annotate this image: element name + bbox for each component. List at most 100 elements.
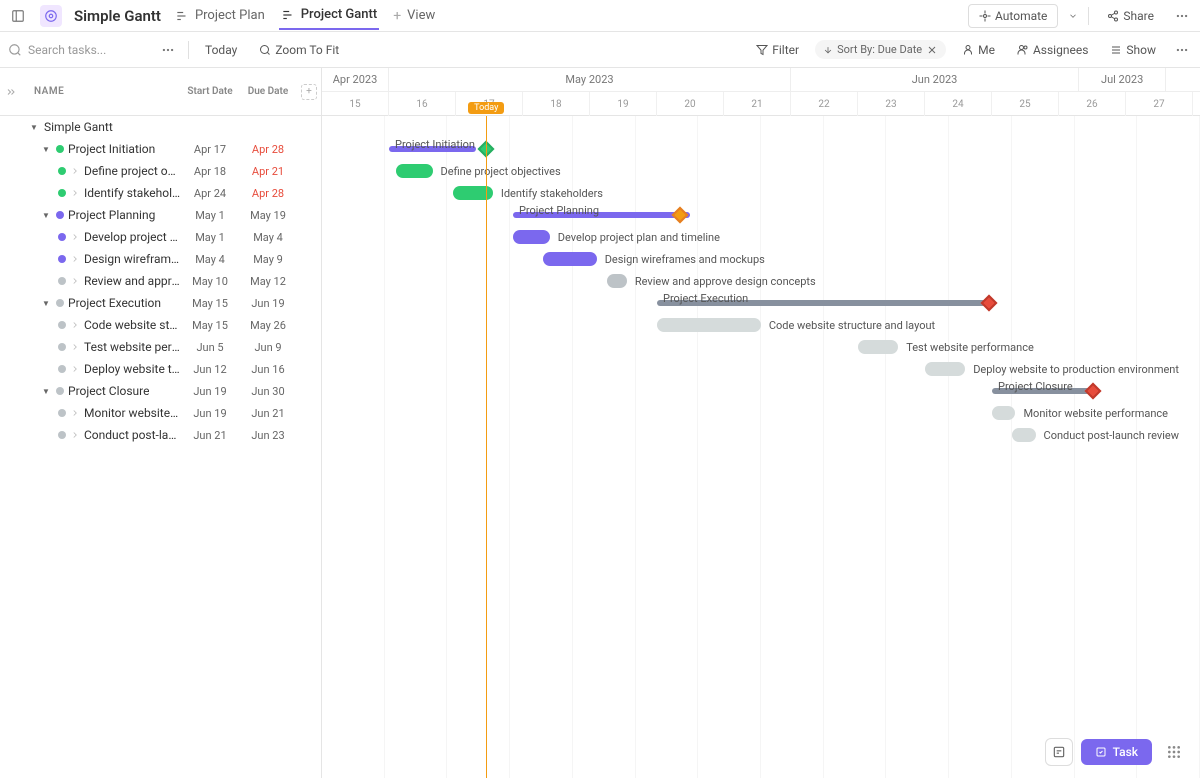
due-date[interactable]: Jun 21 bbox=[239, 407, 297, 420]
toggle-icon[interactable]: ▼ bbox=[40, 211, 52, 220]
add-column-button[interactable]: + bbox=[301, 84, 317, 100]
due-date[interactable]: May 19 bbox=[239, 209, 297, 222]
show-button[interactable]: Show bbox=[1104, 39, 1162, 61]
start-date[interactable]: Apr 17 bbox=[181, 143, 239, 156]
task-row[interactable]: Test website performanceJun 5Jun 9 bbox=[0, 336, 321, 358]
due-date[interactable]: May 9 bbox=[239, 253, 297, 266]
due-date[interactable]: Jun 16 bbox=[239, 363, 297, 376]
task-row[interactable]: ▼Project InitiationApr 17Apr 28 bbox=[0, 138, 321, 160]
toggle-icon[interactable]: ▼ bbox=[40, 299, 52, 308]
task-name-cell[interactable]: Test website performance bbox=[0, 340, 181, 354]
automate-button[interactable]: Automate bbox=[968, 4, 1058, 28]
gantt-row[interactable]: Conduct post-launch review bbox=[322, 424, 1200, 446]
due-date[interactable]: Apr 21 bbox=[239, 165, 297, 178]
task-name-cell[interactable]: Develop project plan and timeline bbox=[0, 230, 181, 244]
gantt-row[interactable]: Deploy website to production environment bbox=[322, 358, 1200, 380]
task-name-cell[interactable]: Conduct post-launch review bbox=[0, 428, 181, 442]
task-row[interactable]: Design wireframes and mockupsMay 4May 9 bbox=[0, 248, 321, 270]
due-date[interactable]: Apr 28 bbox=[239, 143, 297, 156]
tab-project-gantt[interactable]: Project Gantt bbox=[279, 1, 379, 30]
apps-icon[interactable] bbox=[1160, 738, 1188, 766]
task-bar[interactable]: Review and approve design concepts bbox=[607, 274, 627, 288]
due-date[interactable]: May 26 bbox=[239, 319, 297, 332]
column-start[interactable]: Start Date bbox=[181, 86, 239, 97]
due-date[interactable]: Jun 19 bbox=[239, 297, 297, 310]
gantt-row[interactable]: Review and approve design concepts bbox=[322, 270, 1200, 292]
filter-button[interactable]: Filter bbox=[750, 39, 805, 61]
start-date[interactable]: Apr 18 bbox=[181, 165, 239, 178]
close-icon[interactable] bbox=[926, 44, 938, 56]
start-date[interactable]: May 4 bbox=[181, 253, 239, 266]
task-row[interactable]: ▼Simple Gantt bbox=[0, 116, 321, 138]
gantt-row[interactable] bbox=[322, 116, 1200, 138]
start-date[interactable]: May 15 bbox=[181, 319, 239, 332]
milestone-marker[interactable] bbox=[1084, 383, 1101, 400]
note-button[interactable] bbox=[1045, 738, 1073, 766]
task-name-cell[interactable]: Review and approve design concepts bbox=[0, 274, 181, 288]
task-list[interactable]: ▼Simple Gantt▼Project InitiationApr 17Ap… bbox=[0, 116, 321, 778]
due-date[interactable]: Jun 30 bbox=[239, 385, 297, 398]
task-row[interactable]: Deploy website to production environment… bbox=[0, 358, 321, 380]
gantt-row[interactable]: Develop project plan and timeline bbox=[322, 226, 1200, 248]
task-row[interactable]: Conduct post-launch reviewJun 21Jun 23 bbox=[0, 424, 321, 446]
column-due[interactable]: Due Date bbox=[239, 86, 297, 97]
task-name-cell[interactable]: ▼Project Execution bbox=[0, 296, 181, 310]
gantt-row[interactable]: Project Initiation bbox=[322, 138, 1200, 160]
me-button[interactable]: Me bbox=[956, 39, 1001, 61]
task-bar[interactable]: Deploy website to production environment bbox=[925, 362, 965, 376]
task-bar[interactable]: Conduct post-launch review bbox=[1012, 428, 1035, 442]
task-row[interactable]: Develop project plan and timelineMay 1Ma… bbox=[0, 226, 321, 248]
start-date[interactable]: Jun 5 bbox=[181, 341, 239, 354]
due-date[interactable]: May 4 bbox=[239, 231, 297, 244]
task-name-cell[interactable]: Define project objectives bbox=[0, 164, 181, 178]
gantt-row[interactable]: Project Closure bbox=[322, 380, 1200, 402]
task-row[interactable]: ▼Project ExecutionMay 15Jun 19 bbox=[0, 292, 321, 314]
gantt-row[interactable]: Project Execution bbox=[322, 292, 1200, 314]
gantt-row[interactable]: Project Planning bbox=[322, 204, 1200, 226]
task-row[interactable]: Review and approve design conceptsMay 10… bbox=[0, 270, 321, 292]
task-name-cell[interactable]: Monitor website performance bbox=[0, 406, 181, 420]
task-bar[interactable]: Define project objectives bbox=[396, 164, 433, 178]
sort-pill[interactable]: Sort By: Due Date bbox=[815, 40, 946, 59]
search-more-icon[interactable] bbox=[158, 40, 178, 60]
task-name-cell[interactable]: Deploy website to production environment bbox=[0, 362, 181, 376]
gantt-row[interactable]: Identify stakeholders bbox=[322, 182, 1200, 204]
milestone-marker[interactable] bbox=[980, 295, 997, 312]
gantt-row[interactable]: Code website structure and layout bbox=[322, 314, 1200, 336]
task-name-cell[interactable]: Code website structure and layout bbox=[0, 318, 181, 332]
due-date[interactable]: Jun 9 bbox=[239, 341, 297, 354]
toggle-icon[interactable]: ▼ bbox=[40, 145, 52, 154]
more-icon[interactable] bbox=[1172, 6, 1192, 26]
start-date[interactable]: May 1 bbox=[181, 231, 239, 244]
due-date[interactable]: Jun 23 bbox=[239, 429, 297, 442]
due-date[interactable]: Apr 28 bbox=[239, 187, 297, 200]
start-date[interactable]: May 15 bbox=[181, 297, 239, 310]
task-row[interactable]: ▼Project PlanningMay 1May 19 bbox=[0, 204, 321, 226]
milestone-marker[interactable] bbox=[672, 207, 689, 224]
gantt-row[interactable]: Design wireframes and mockups bbox=[322, 248, 1200, 270]
toggle-icon[interactable]: ▼ bbox=[40, 387, 52, 396]
summary-bar[interactable]: Project Execution bbox=[657, 300, 992, 306]
start-date[interactable]: Apr 24 bbox=[181, 187, 239, 200]
task-name-cell[interactable]: Identify stakeholders bbox=[0, 186, 181, 200]
gantt-row[interactable]: Monitor website performance bbox=[322, 402, 1200, 424]
due-date[interactable]: May 12 bbox=[239, 275, 297, 288]
column-name[interactable]: NAME bbox=[22, 86, 181, 97]
tab-project-plan[interactable]: Project Plan bbox=[173, 2, 267, 29]
task-bar[interactable]: Test website performance bbox=[858, 340, 898, 354]
sidebar-toggle-icon[interactable] bbox=[8, 6, 28, 26]
task-row[interactable]: Code website structure and layoutMay 15M… bbox=[0, 314, 321, 336]
automate-dropdown-icon[interactable] bbox=[1066, 6, 1080, 26]
gantt-body[interactable]: Project Initiation Define project objecti… bbox=[322, 116, 1200, 778]
gantt-row[interactable]: Define project objectives bbox=[322, 160, 1200, 182]
expand-collapse-icon[interactable] bbox=[0, 86, 22, 98]
toggle-icon[interactable]: ▼ bbox=[28, 123, 40, 132]
task-name-cell[interactable]: ▼Project Initiation bbox=[0, 142, 181, 156]
assignees-button[interactable]: Assignees bbox=[1011, 39, 1094, 61]
gantt-row[interactable]: Test website performance bbox=[322, 336, 1200, 358]
search-input[interactable]: Search tasks... bbox=[8, 43, 148, 57]
task-bar[interactable]: Code website structure and layout bbox=[657, 318, 761, 332]
task-bar[interactable]: Monitor website performance bbox=[992, 406, 1015, 420]
summary-bar[interactable]: Project Planning bbox=[513, 212, 691, 218]
start-date[interactable]: Jun 12 bbox=[181, 363, 239, 376]
